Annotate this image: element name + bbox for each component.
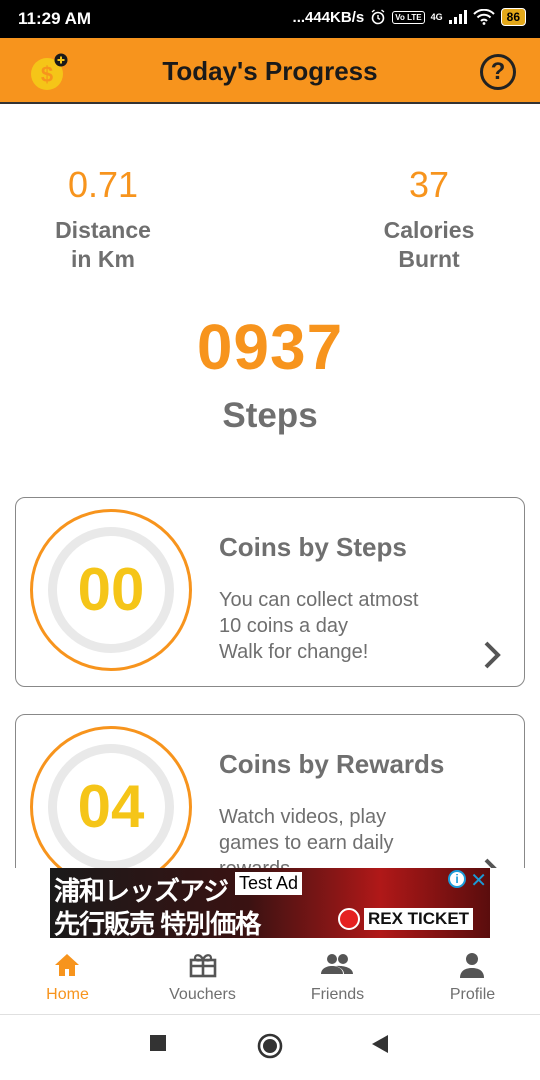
card-title: Coins by Steps	[219, 532, 407, 562]
card-title: Coins by Rewards	[219, 749, 445, 779]
bottom-navigation: Home Vouchers Friends Profile	[0, 940, 540, 1015]
distance-label-line2: in Km	[71, 246, 135, 272]
coins-by-steps-card[interactable]: 00 Coins by Steps You can collect atmost…	[15, 497, 525, 687]
ad-banner[interactable]: 浦和レッズアジ 先行販売 特別価格 Test Ad REX TICKET i ✕	[50, 868, 490, 938]
card-desc-line: You can collect atmost	[219, 589, 419, 611]
network-speed: ...444KB/s	[292, 8, 365, 26]
nav-label: Friends	[310, 986, 365, 1003]
calories-label-line2: Burnt	[398, 246, 460, 272]
ad-text-line2: 先行販売 特別価格	[54, 909, 261, 938]
card-description: Watch videos, play games to earn daily r…	[219, 804, 394, 868]
gift-icon	[189, 954, 217, 978]
signal-icon	[448, 10, 467, 24]
app-bar: $ Today's Progress ?	[0, 38, 540, 104]
steps-label: Steps	[222, 396, 318, 435]
nav-friends[interactable]: Friends	[270, 940, 405, 1015]
ad-label: Test Ad	[235, 872, 303, 895]
nav-label: Profile	[449, 986, 496, 1003]
card-desc-line: Watch videos, play	[219, 806, 387, 828]
signal-type: 4G	[430, 12, 443, 22]
page-title: Today's Progress	[162, 56, 378, 86]
alarm-icon	[371, 9, 385, 25]
recents-icon[interactable]	[149, 1034, 167, 1052]
nav-profile[interactable]: Profile	[405, 940, 540, 1015]
calories-label: Calories Burnt	[329, 216, 529, 274]
battery-indicator: 86	[500, 8, 526, 26]
back-icon[interactable]	[371, 1034, 389, 1054]
nav-home[interactable]: Home	[0, 940, 135, 1015]
ad-text-line1: 浦和レッズアジ	[54, 876, 229, 906]
person-icon	[460, 953, 484, 978]
home-icon	[55, 954, 79, 976]
ad-ticket-text: REX TICKET	[364, 908, 474, 930]
calories-stat: 37 Calories Burnt	[329, 164, 529, 274]
home-button-icon[interactable]	[257, 1033, 283, 1059]
calories-label-line1: Calories	[383, 217, 475, 243]
chevron-right-icon[interactable]	[482, 857, 502, 868]
card-desc-line: Walk for change!	[219, 641, 369, 663]
distance-label-line1: Distance	[55, 217, 151, 243]
card-desc-line: rewards	[219, 856, 394, 868]
wifi-icon	[472, 9, 495, 25]
distance-label: Distance in Km	[3, 216, 203, 274]
coins-count: 04	[77, 773, 145, 840]
status-bar: 11:29 AM ...444KB/s Vo LTE 4G 86	[0, 0, 540, 38]
distance-stat: 0.71 Distance in Km	[3, 164, 203, 274]
coins-ring: 00	[30, 509, 192, 671]
system-navigation-bar	[0, 1016, 540, 1080]
nav-label: Vouchers	[169, 986, 236, 1003]
card-desc-line: 10 coins a day	[219, 615, 348, 637]
nav-label: Home	[46, 986, 89, 1003]
card-description: You can collect atmost 10 coins a day Wa…	[219, 587, 418, 665]
ad-info-icon[interactable]: i	[448, 870, 466, 888]
calories-value: 37	[408, 164, 450, 205]
status-time: 11:29 AM	[18, 9, 92, 28]
coins-by-rewards-card[interactable]: 04 Coins by Rewards Watch videos, play g…	[15, 714, 525, 868]
ad-close-icon[interactable]: ✕	[470, 868, 487, 893]
status-icons: ...444KB/s Vo LTE 4G 86	[293, 8, 526, 26]
distance-value: 0.71	[67, 164, 139, 205]
coins-count: 00	[77, 556, 145, 623]
steps-count: 0937	[196, 311, 344, 383]
chevron-right-icon[interactable]	[482, 640, 502, 670]
coins-ring: 04	[30, 726, 192, 868]
volte-icon: Vo LTE	[392, 10, 425, 24]
ad-logo-icon	[338, 908, 360, 930]
help-button[interactable]: ?	[480, 54, 516, 90]
cards-scroll-area[interactable]: 00 Coins by Steps You can collect atmost…	[0, 480, 540, 868]
people-icon	[321, 954, 353, 974]
card-desc-line: games to earn daily	[219, 832, 394, 854]
nav-vouchers[interactable]: Vouchers	[135, 940, 270, 1015]
